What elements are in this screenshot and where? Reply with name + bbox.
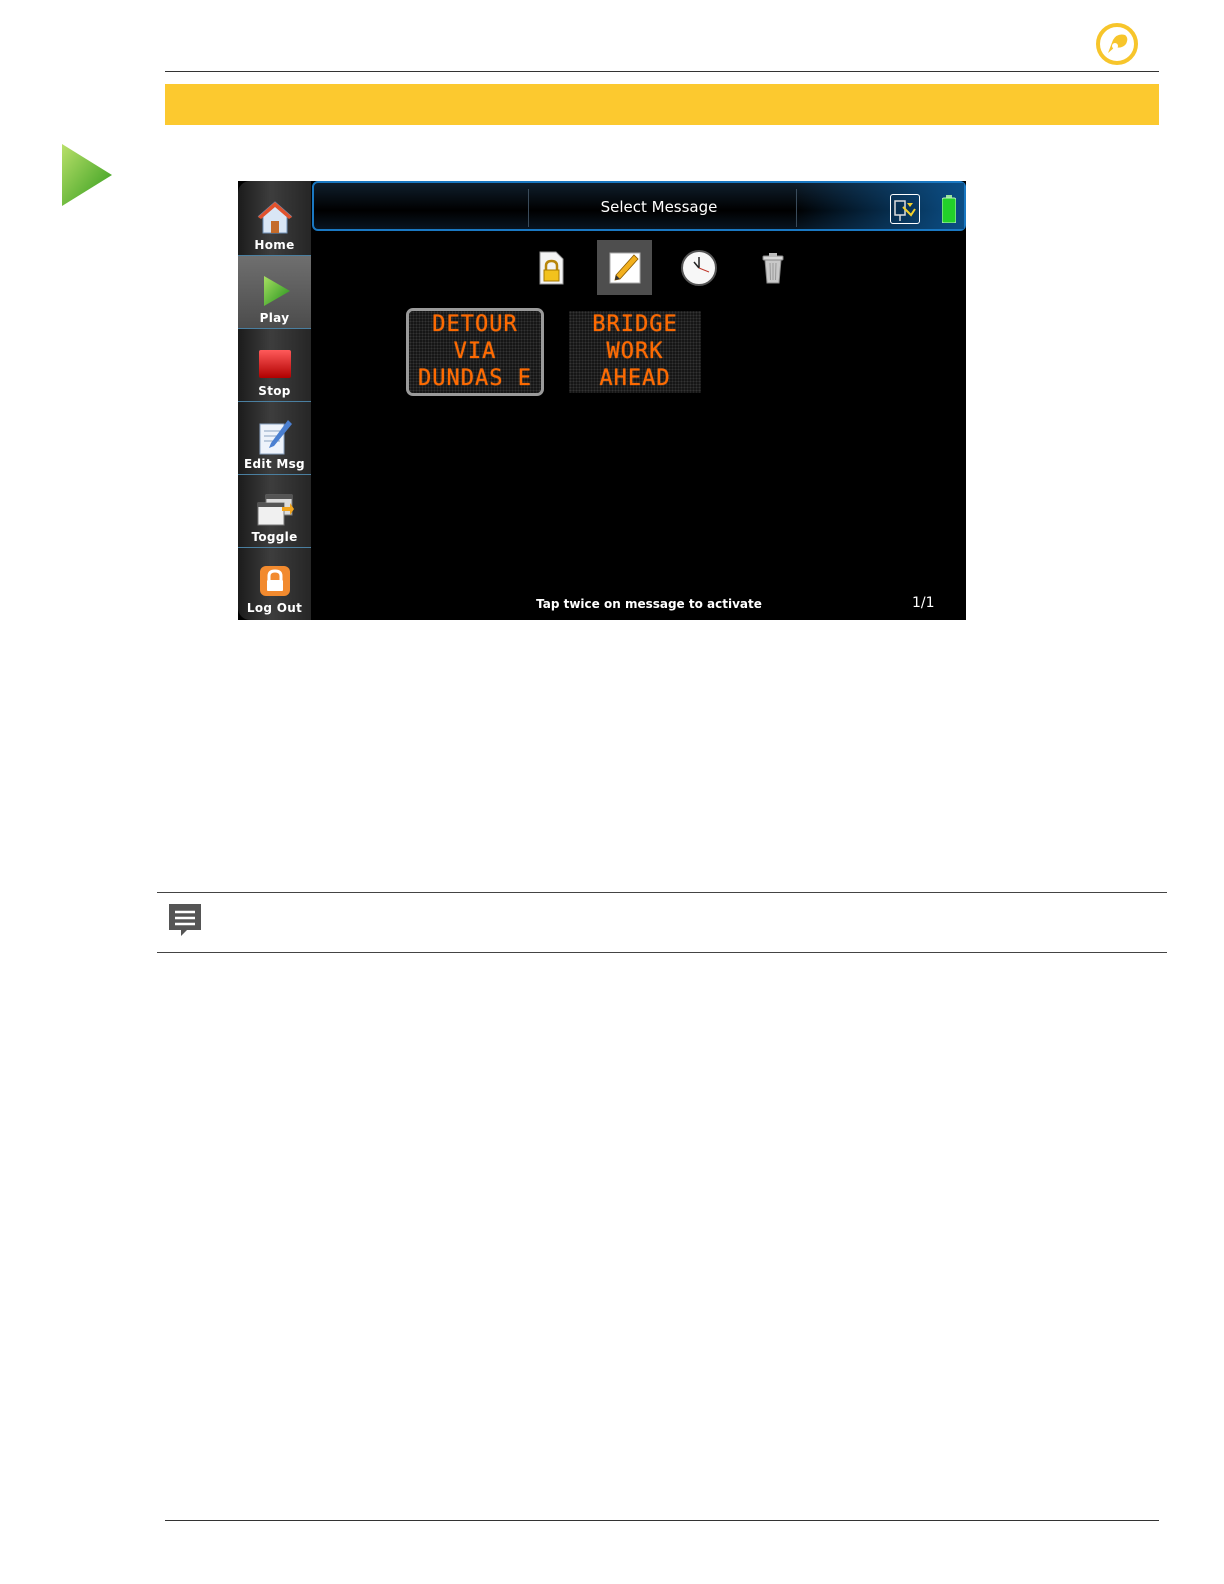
note-bottom-rule	[157, 952, 1167, 953]
sidebar-item-label: Home	[254, 238, 295, 252]
sidebar-item-toggle[interactable]: Toggle	[238, 475, 311, 548]
sidebar-item-label: Edit Msg	[244, 457, 305, 471]
message-tile-1[interactable]: DETOUR VIA DUNDAS E	[406, 308, 544, 396]
sign-line: DUNDAS E	[418, 366, 532, 391]
lock-icon	[259, 566, 290, 596]
sign-line: BRIDGE	[592, 312, 678, 337]
battery-icon	[941, 195, 957, 224]
header-rule	[165, 71, 1159, 72]
edit-message-icon	[259, 420, 292, 455]
sidebar: Home Play Stop Edit Msg Toggle Log Out	[238, 181, 311, 620]
sign-line: DETOUR	[432, 312, 518, 337]
sidebar-item-play[interactable]: Play	[238, 256, 311, 329]
sidebar-item-label: Play	[259, 311, 290, 325]
clock-icon	[680, 249, 717, 286]
page-indicator: 1/1	[912, 595, 935, 611]
sidebar-item-label: Stop	[258, 384, 291, 398]
scheduled-messages-button[interactable]	[671, 240, 726, 295]
section-heading-band	[165, 84, 1159, 125]
sidebar-item-stop[interactable]: Stop	[238, 329, 311, 402]
sign-line: VIA	[453, 339, 497, 364]
trash-icon	[762, 252, 783, 283]
delete-messages-button[interactable]	[745, 240, 800, 295]
locked-document-icon	[539, 251, 563, 284]
device-screen: Home Play Stop Edit Msg Toggle Log Out S…	[238, 181, 966, 620]
sidebar-item-home[interactable]: Home	[238, 183, 311, 256]
toggle-icon	[257, 494, 294, 526]
screen-title: Select Message	[600, 198, 718, 216]
locked-messages-button[interactable]	[523, 240, 578, 295]
brand-logo-icon	[1095, 22, 1139, 66]
edit-messages-button[interactable]	[597, 240, 652, 295]
step-arrow-icon	[60, 142, 114, 208]
note-icon	[167, 902, 203, 938]
edit-pencil-icon	[609, 252, 640, 283]
sign-line: WORK	[606, 339, 664, 364]
sidebar-item-label: Toggle	[251, 530, 298, 544]
stop-icon	[258, 350, 291, 378]
activation-hint: Tap twice on message to activate	[536, 597, 762, 611]
sidebar-item-edit-msg[interactable]: Edit Msg	[238, 402, 311, 475]
connection-status-icon[interactable]	[890, 194, 920, 224]
footer-rule	[165, 1520, 1159, 1521]
message-tile-2[interactable]: BRIDGE WORK AHEAD	[569, 311, 701, 393]
home-icon	[257, 201, 292, 234]
sidebar-item-log-out[interactable]: Log Out	[238, 548, 311, 618]
note-top-rule	[157, 892, 1167, 893]
play-icon	[263, 276, 290, 306]
title-bar: Select Message	[312, 181, 966, 231]
sign-line: AHEAD	[599, 366, 671, 391]
sidebar-item-label: Log Out	[246, 601, 303, 615]
